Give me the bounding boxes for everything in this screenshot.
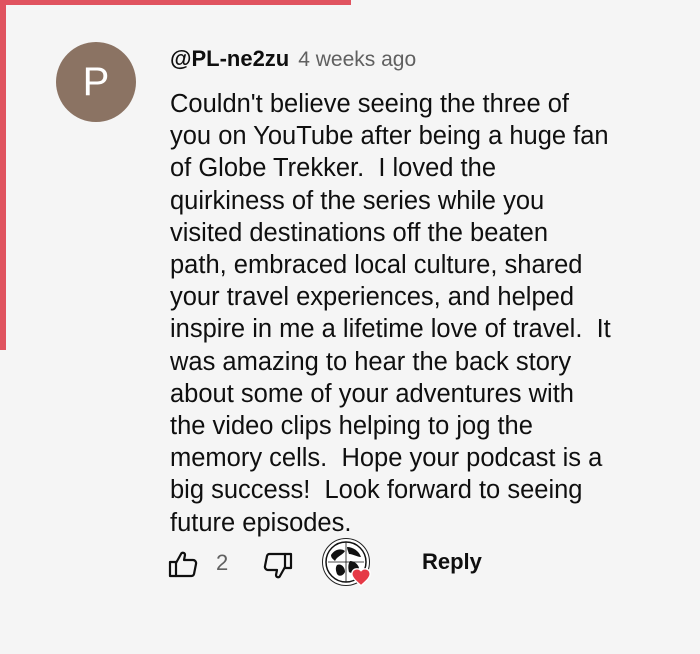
comment-header: @PL-ne2zu 4 weeks ago [170, 46, 416, 72]
like-count: 2 [216, 550, 229, 575]
dislike-button[interactable] [263, 552, 295, 580]
accent-bar-top [0, 0, 351, 5]
comment-text: Couldn't believe seeing the three of you… [170, 90, 611, 537]
thumbs-up-icon [168, 551, 198, 578]
timestamp[interactable]: 4 weeks ago [298, 48, 416, 72]
accent-bar-left [0, 0, 6, 350]
heart-icon [351, 568, 371, 587]
avatar[interactable]: P [56, 42, 136, 122]
like-button[interactable] [168, 550, 200, 578]
comment-actions: 2 Reply [168, 538, 668, 590]
thumbs-down-icon [263, 552, 293, 579]
reply-button[interactable]: Reply [422, 549, 482, 575]
author-name[interactable]: @PL-ne2zu [170, 46, 289, 72]
avatar-letter: P [82, 59, 110, 104]
creator-heart[interactable] [322, 538, 374, 590]
